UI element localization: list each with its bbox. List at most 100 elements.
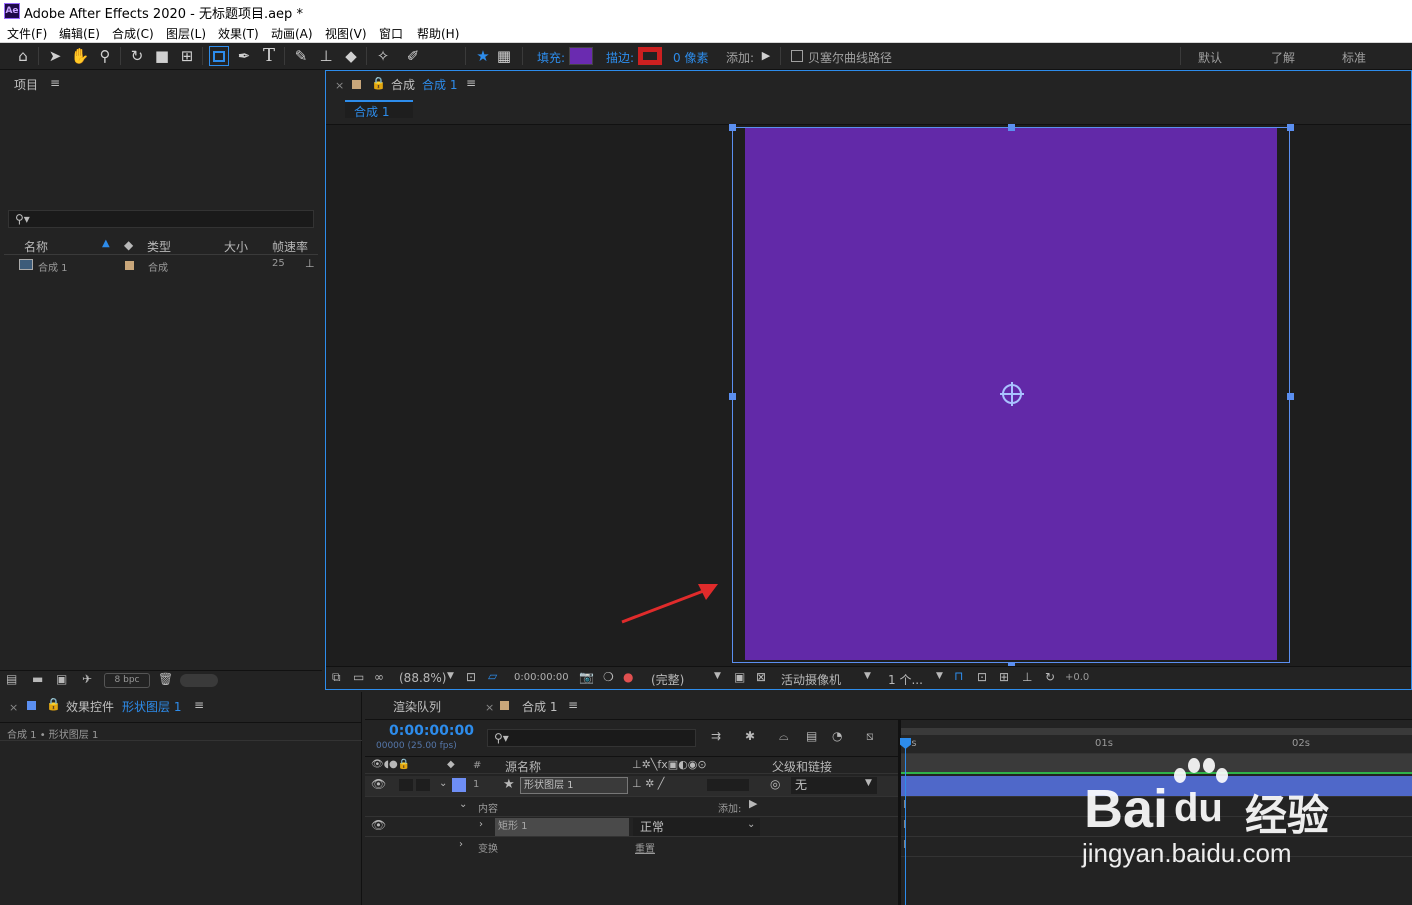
audio-switch[interactable]: [399, 779, 413, 791]
lock-icon[interactable]: 🔒: [46, 697, 61, 711]
comp-tab-name[interactable]: 合成 1: [422, 76, 457, 93]
label-color-swatch[interactable]: [125, 261, 134, 270]
column-fps[interactable]: 帧速率: [272, 238, 308, 255]
stroke-width-value[interactable]: 0 像素: [673, 49, 708, 66]
transparency-grid-icon[interactable]: ⊠: [756, 670, 766, 684]
toggle-pixel-aspect-icon[interactable]: ⊓: [954, 669, 963, 683]
workspace-default[interactable]: 默认: [1198, 49, 1222, 66]
bit-depth-button[interactable]: 8 bpc: [104, 673, 150, 688]
close-tab-icon[interactable]: ×: [485, 701, 494, 714]
menu-window[interactable]: 窗口: [379, 25, 403, 42]
flowchart-icon[interactable]: ⊥: [1022, 670, 1032, 684]
menu-layer[interactable]: 图层(L): [166, 25, 206, 42]
chevron-right-icon[interactable]: ›: [479, 819, 483, 830]
type-tool-icon[interactable]: T: [259, 46, 279, 66]
timeline-layer-row[interactable]: 👁 ⌄ 1 ★ 形状图层 1 ⊥ ✲ ╱ ◎ 无 ▼: [365, 776, 898, 796]
clone-stamp-tool-icon[interactable]: ⊥: [316, 46, 336, 66]
sort-ascending-icon[interactable]: ▲: [102, 238, 110, 249]
frame-blending-icon[interactable]: ▤: [806, 729, 817, 743]
menu-effect[interactable]: 效果(T): [218, 25, 259, 42]
panel-menu-icon[interactable]: ≡: [568, 698, 578, 712]
rectangle-name-field[interactable]: 矩形 1: [495, 818, 629, 836]
menu-edit[interactable]: 编辑(E): [59, 25, 100, 42]
project-panel-title[interactable]: 项目: [14, 76, 38, 93]
layer-switch-boxes[interactable]: [707, 779, 749, 791]
vr-icon[interactable]: ∞: [374, 670, 384, 684]
pick-whip-icon[interactable]: ◎: [770, 777, 780, 791]
rectangle-tool-icon[interactable]: [209, 46, 229, 66]
reset-exposure-icon[interactable]: ↻: [1045, 670, 1055, 684]
mask-visibility-icon[interactable]: ▱: [488, 669, 497, 683]
hand-tool-icon[interactable]: ✋: [70, 46, 90, 66]
panel-menu-icon[interactable]: ≡: [466, 76, 476, 90]
region-of-interest-icon[interactable]: ▣: [734, 670, 745, 684]
column-parent-link[interactable]: 父级和链接: [772, 758, 832, 775]
transform-row[interactable]: › 变换 重置: [365, 836, 898, 856]
snapshot-camera-icon[interactable]: 📷: [579, 670, 594, 684]
label-tag-icon[interactable]: ◆: [124, 238, 133, 252]
current-time-display[interactable]: 0:00:00:00: [514, 672, 569, 683]
lock-icon[interactable]: 🔒: [371, 76, 386, 90]
work-area-bar[interactable]: [901, 728, 1412, 735]
interpret-footage-icon[interactable]: ▤: [6, 672, 17, 686]
rectangle-group-row[interactable]: 👁 › 矩形 1 正常 ⌄: [365, 816, 898, 836]
brush-tool-icon[interactable]: ✎: [291, 46, 311, 66]
menu-file[interactable]: 文件(F): [7, 25, 47, 42]
star-icon[interactable]: ★: [473, 46, 493, 66]
playhead-line[interactable]: [905, 738, 906, 905]
comp-tab-prefix[interactable]: 合成: [391, 76, 415, 93]
project-search-input[interactable]: ⚲▾: [8, 210, 314, 228]
roto-brush-tool-icon[interactable]: ✧: [373, 46, 393, 66]
fast-preview-icon[interactable]: ⊡: [977, 670, 987, 684]
chevron-down-icon[interactable]: ⌄: [459, 799, 467, 810]
panel-menu-icon[interactable]: ≡: [194, 698, 204, 712]
eye-icon[interactable]: 👁: [371, 777, 386, 791]
chevron-down-icon[interactable]: ⌄: [439, 778, 447, 789]
layer-name-field[interactable]: 形状图层 1: [520, 777, 628, 794]
draft-3d-icon[interactable]: ✱: [745, 729, 755, 743]
rotate-tool-icon[interactable]: ↻: [127, 46, 147, 66]
bounding-box-handle[interactable]: [729, 393, 736, 400]
project-settings-icon[interactable]: ✈: [82, 672, 92, 686]
label-color-swatch[interactable]: [27, 701, 36, 710]
magnification-select[interactable]: (88.8%): [399, 671, 446, 685]
view-layout-select[interactable]: 1 个...: [888, 671, 923, 688]
selection-tool-icon[interactable]: ➤: [45, 46, 65, 66]
column-size[interactable]: 大小: [224, 238, 248, 255]
trash-icon[interactable]: 🗑: [158, 672, 173, 686]
comp-breadcrumb-tab[interactable]: 合成 1: [345, 100, 413, 119]
bounding-box-handle[interactable]: [1008, 124, 1015, 131]
graph-editor-icon[interactable]: ⧅: [866, 729, 874, 744]
bounding-box-handle[interactable]: [1287, 124, 1294, 131]
column-type[interactable]: 类型: [147, 238, 171, 255]
home-icon[interactable]: ⌂: [13, 46, 33, 66]
effect-controls-title[interactable]: 效果控件: [66, 698, 114, 715]
color-channels-icon[interactable]: ●: [623, 670, 633, 684]
render-queue-tab[interactable]: 渲染队列: [393, 698, 441, 715]
column-source-name[interactable]: 源名称: [505, 758, 541, 775]
time-ruler[interactable]: 0s 01s 02s: [901, 735, 1412, 754]
menu-view[interactable]: 视图(V): [325, 25, 367, 42]
pen-tool-icon[interactable]: ✒: [234, 46, 254, 66]
resolution-select[interactable]: (完整): [651, 671, 684, 688]
menu-help[interactable]: 帮助(H): [417, 25, 459, 42]
layer-switches[interactable]: ⊥ ✲ ╱: [632, 777, 664, 790]
composition-mini-flowchart-icon[interactable]: ⇉: [711, 729, 721, 743]
solo-switch[interactable]: [416, 779, 430, 791]
new-composition-icon[interactable]: ▣: [56, 672, 67, 686]
panel-menu-icon[interactable]: ≡: [50, 76, 60, 90]
camera-tool-icon[interactable]: ■: [152, 46, 172, 66]
camera-view-select[interactable]: 活动摄像机: [781, 671, 841, 688]
show-snapshot-icon[interactable]: ❍: [603, 670, 614, 684]
fill-label[interactable]: 填充:: [537, 49, 565, 66]
flowchart-icon[interactable]: ⊥: [305, 257, 315, 270]
fill-color-swatch[interactable]: [569, 47, 593, 65]
tool-options-icon[interactable]: ▦: [494, 46, 514, 66]
timeline-comp-tab[interactable]: 合成 1: [522, 698, 557, 715]
menu-animation[interactable]: 动画(A): [271, 25, 313, 42]
close-tab-icon[interactable]: ×: [9, 701, 18, 714]
motion-blur-icon[interactable]: ◔: [832, 729, 842, 743]
puppet-pin-tool-icon[interactable]: ✐: [403, 46, 423, 66]
contents-row[interactable]: ⌄ 内容 添加: ▶: [365, 796, 898, 816]
workspace-learn[interactable]: 了解: [1271, 49, 1295, 66]
